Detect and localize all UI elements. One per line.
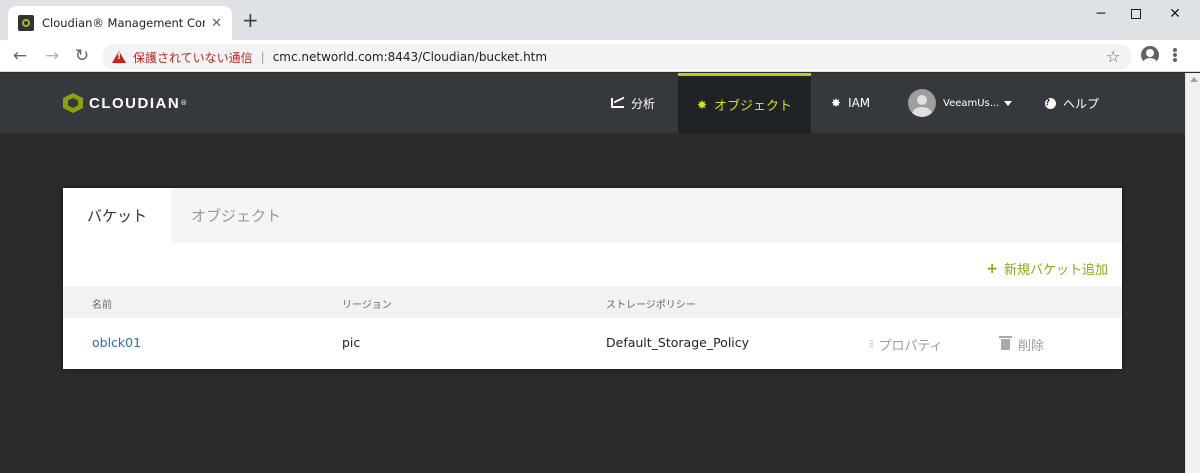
trash-icon: [999, 336, 1012, 350]
cloudian-favicon-icon: [18, 15, 34, 31]
nav-analysis[interactable]: 分析: [611, 73, 655, 133]
nav-iam[interactable]: ✸ IAM: [831, 73, 870, 133]
add-bucket-button[interactable]: + 新規バケット追加: [986, 259, 1108, 279]
browser-menu-icon[interactable]: [1173, 46, 1177, 64]
gear-icon: ✸: [831, 96, 842, 110]
user-name: VeeamUs...: [943, 97, 1000, 109]
chevron-down-icon: [1004, 100, 1013, 106]
cloudian-logo[interactable]: CLOUDIAN ®: [63, 92, 187, 114]
close-tab-icon[interactable]: ✕: [211, 16, 222, 31]
reload-button[interactable]: ↻: [72, 46, 92, 66]
page-scrollbar[interactable]: [1185, 73, 1200, 473]
nav-iam-label: IAM: [848, 96, 871, 110]
browser-tab-title: Cloudian® Management Console: [42, 16, 205, 30]
nav-help-label: ヘルプ: [1063, 96, 1100, 111]
bucket-name-link[interactable]: oblck01: [92, 335, 141, 350]
table-header: 名前 リージョン ストレージポリシー: [63, 286, 1122, 318]
user-menu[interactable]: VeeamUs...: [908, 73, 1013, 133]
url-text: cmc.networld.com:8443/Cloudian/bucket.ht…: [272, 50, 548, 64]
browser-tab[interactable]: Cloudian® Management Console ✕: [8, 6, 232, 40]
properties-button[interactable]: ⫶⫶ プロパティ: [869, 335, 943, 355]
cloudian-logo-icon: [63, 92, 83, 114]
app-header: CLOUDIAN ® 分析 ✸ オブジェクト ✸ IAM VeeamUs... …: [0, 73, 1185, 133]
bookmark-star-icon[interactable]: ☆: [1106, 47, 1120, 66]
chart-icon: [611, 98, 624, 108]
bucket-storage-policy: Default_Storage_Policy: [606, 335, 750, 350]
tab-bucket[interactable]: バケット: [63, 188, 171, 243]
maximize-icon: [1131, 9, 1141, 19]
delete-label: 削除: [1018, 339, 1045, 354]
bucket-panel: バケット オブジェクト + 新規バケット追加 名前 リージョン ストレージポリシ…: [63, 188, 1122, 369]
new-tab-button[interactable]: +: [242, 10, 259, 30]
warning-icon: [112, 51, 126, 63]
close-window-button[interactable]: ✕: [1152, 0, 1198, 28]
properties-label: プロパティ: [878, 339, 943, 354]
sliders-icon: ⫶⫶: [869, 337, 873, 351]
url-input[interactable]: 保護されていない通信 | cmc.networld.com:8443/Cloud…: [102, 44, 1132, 70]
security-status[interactable]: 保護されていない通信: [133, 49, 253, 66]
forward-button[interactable]: →: [42, 46, 62, 66]
gear-icon: ✸: [696, 97, 708, 112]
table-row: oblck01 pic Default_Storage_Policy ⫶⫶ プロ…: [63, 318, 1122, 366]
back-button[interactable]: ←: [10, 46, 30, 66]
column-header-name: 名前: [92, 300, 112, 311]
column-header-storage-policy: ストレージポリシー: [606, 300, 696, 311]
address-bar: ← → ↻ 保護されていない通信 | cmc.networld.com:8443…: [0, 40, 1200, 72]
add-bucket-label: 新規バケット追加: [1003, 263, 1108, 278]
bucket-region: pic: [342, 335, 361, 350]
logo-trademark: ®: [180, 99, 188, 107]
browser-tab-strip: Cloudian® Management Console ✕ + ─ ✕: [0, 0, 1200, 40]
nav-object-label: オブジェクト: [714, 99, 793, 114]
nav-analysis-label: 分析: [631, 96, 656, 111]
plus-icon: +: [986, 260, 998, 277]
column-header-region: リージョン: [342, 300, 392, 311]
scroll-up-icon[interactable]: [1190, 77, 1198, 82]
delete-button[interactable]: 削除: [999, 335, 1045, 354]
help-icon: ?: [1045, 97, 1056, 109]
tab-object[interactable]: オブジェクト: [171, 188, 301, 243]
profile-icon[interactable]: [1141, 46, 1159, 64]
avatar: [908, 89, 936, 117]
logo-text: CLOUDIAN: [89, 94, 181, 112]
url-separator: |: [260, 50, 265, 64]
nav-object[interactable]: ✸ オブジェクト: [678, 73, 811, 133]
panel-tabs: バケット オブジェクト: [63, 188, 1122, 243]
nav-help[interactable]: ? ヘルプ: [1045, 73, 1099, 133]
